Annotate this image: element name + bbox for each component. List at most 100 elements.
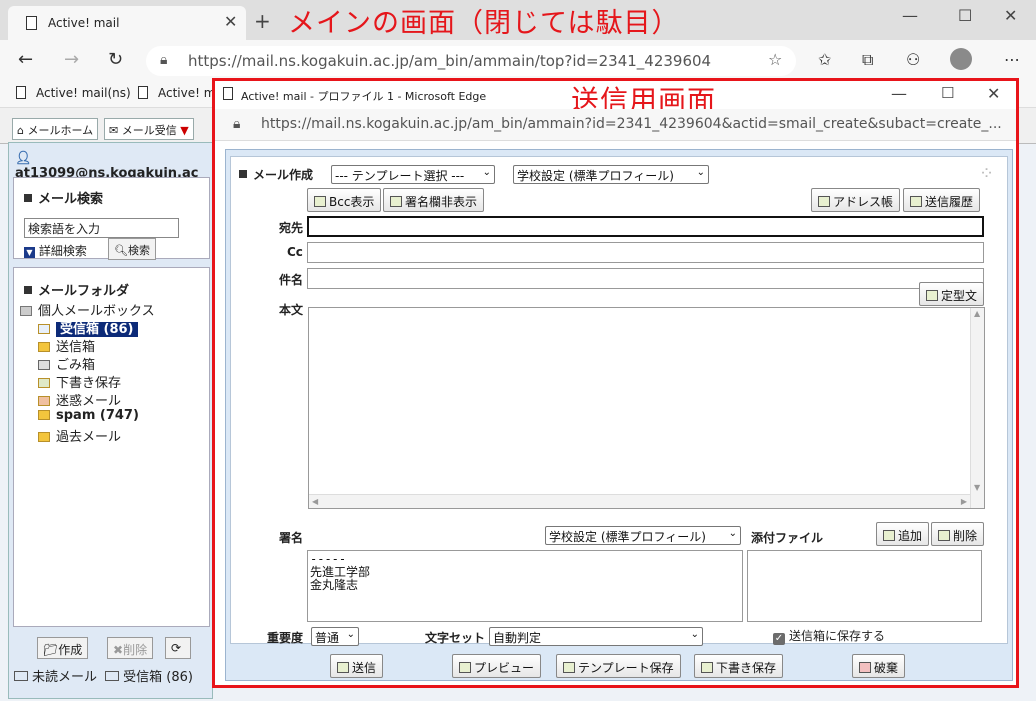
subject-field[interactable] [307, 268, 984, 289]
tab-mail-home[interactable]: ⌂ メールホーム [12, 118, 99, 140]
refresh-icon[interactable]: ↻ [108, 49, 123, 70]
save-sent-checkbox[interactable]: ✓ 送信箱に保存する [773, 627, 885, 645]
favorite-star-icon[interactable]: ☆ [768, 50, 782, 69]
body-label: 本文 [279, 303, 304, 317]
horizontal-scrollbar[interactable]: ◀ ▶ [309, 494, 970, 508]
delete-button[interactable]: ✖削除 [107, 637, 154, 659]
left-pane: 👤︎ at13099@ns.kogakuin.ac メール検索 検索語を入力 ▼… [8, 142, 213, 699]
save-template-button[interactable]: テンプレート保存 [556, 654, 681, 678]
close-window-icon[interactable]: ✕ [987, 84, 1000, 103]
avatar[interactable] [950, 48, 972, 70]
maximize-icon[interactable]: ☐ [941, 84, 954, 102]
scroll-down-icon[interactable]: ▼ [974, 483, 980, 492]
folder-inbox[interactable]: 受信箱 (86) [38, 318, 138, 337]
template-select[interactable]: --- テンプレート選択 --- ⌄ [331, 165, 495, 184]
fixed-text-button[interactable]: 定型文 [919, 282, 985, 306]
page-icon [138, 86, 148, 99]
status-bar: 未読メール 受信箱 (86) [14, 666, 193, 685]
compose-header: メール作成 [239, 166, 313, 183]
scroll-right-icon[interactable]: ▶ [961, 497, 967, 506]
search-button[interactable]: 🔍︎検索 [108, 238, 156, 260]
save-draft-button[interactable]: 下書き保存 [694, 654, 784, 678]
signature-select[interactable]: 学校設定 (標準プロフィール) ⌄ [545, 526, 741, 545]
compose-window: Active! mail - プロファイル 1 - Microsoft Edge… [212, 78, 1019, 688]
address-book-button[interactable]: アドレス帳 [811, 188, 901, 212]
signature-textarea[interactable]: ----- 先進工学部 金丸隆志 [307, 550, 743, 622]
main-screen-annotation: メインの画面（閉じては駄目） [288, 8, 680, 39]
page-icon [26, 16, 37, 30]
inbox-icon [105, 671, 120, 681]
maximize-icon[interactable]: ☐ [958, 6, 972, 25]
scroll-left-icon[interactable]: ◀ [312, 497, 318, 506]
collections-icon[interactable]: ⧉ [862, 50, 873, 70]
loading-spinner-icon: ⁘ [979, 163, 995, 184]
folder-junk[interactable]: 迷惑メール [38, 390, 121, 409]
mailbox-root[interactable]: 個人メールボックス [20, 300, 155, 319]
url-field[interactable]: 🔒︎ https://mail.ns.kogakuin.ac.jp/am_bin… [146, 46, 796, 76]
signature-label: 署名 [279, 531, 304, 545]
lock-icon: 🔒︎ [160, 52, 168, 68]
minimize-icon[interactable]: — [902, 6, 918, 25]
compose-window-title: Active! mail - プロファイル 1 - Microsoft Edge [241, 90, 487, 103]
cc-label: Cc [287, 245, 303, 259]
close-tab-icon[interactable]: ✕ [224, 12, 237, 31]
url-text: https://mail.ns.kogakuin.ac.jp/am_bin/am… [188, 52, 712, 70]
vertical-scrollbar[interactable]: ▲ ▼ [970, 308, 984, 508]
new-tab-icon[interactable]: + [254, 9, 271, 33]
folder-panel: メールフォルダ 個人メールボックス 受信箱 (86) 送信箱 ごみ箱 下書き保存… [13, 267, 210, 627]
browser-tab-bar: Active! mail ✕ + メインの画面（閉じては駄目） — ☐ ✕ [0, 0, 1036, 40]
preview-button[interactable]: プレビュー [452, 654, 542, 678]
attachment-label: 添付ファイル [751, 531, 824, 545]
favorite-item[interactable]: Active! mail(ns) [16, 86, 131, 100]
scroll-up-icon[interactable]: ▲ [974, 309, 980, 318]
user-icon: 👤︎ [15, 151, 32, 166]
forward-icon[interactable]: → [64, 49, 79, 70]
tab-title: Active! mail [48, 16, 120, 30]
folder-title: メールフォルダ [24, 280, 129, 299]
search-input[interactable]: 検索語を入力 [24, 218, 179, 238]
checkbox-checked-icon: ✓ [773, 633, 785, 645]
compose-url[interactable]: https://mail.ns.kogakuin.ac.jp/am_bin/am… [261, 116, 1002, 132]
compose-address-bar: 🔒︎ https://mail.ns.kogakuin.ac.jp/am_bin… [215, 109, 1016, 141]
folder-archive[interactable]: 過去メール [38, 426, 121, 445]
profile-share-icon[interactable]: ⚇ [906, 50, 920, 69]
profile-select[interactable]: 学校設定 (標準プロフィール) ⌄ [513, 165, 709, 184]
tab-mail-receive[interactable]: ✉ メール受信 ▼ [104, 118, 194, 140]
bcc-button[interactable]: Bcc表示 [307, 188, 382, 212]
compose-form-inner: メール作成 --- テンプレート選択 --- ⌄ 学校設定 (標準プロフィール) ⌄… [230, 156, 1008, 646]
body-textarea[interactable]: ▲ ▼ ◀ ▶ [308, 307, 985, 509]
close-window-icon[interactable]: ✕ [1004, 6, 1017, 25]
favorites-icon[interactable]: ✩ [818, 50, 831, 69]
compose-titlebar: Active! mail - プロファイル 1 - Microsoft Edge… [215, 81, 1016, 117]
charset-label: 文字セット [425, 631, 486, 645]
compose-button[interactable]: 📁︎作成 [37, 637, 89, 659]
charset-select[interactable]: 自動判定 ⌄ [489, 627, 703, 646]
attachment-list[interactable] [747, 550, 982, 622]
delete-attachment-button[interactable]: 削除 [931, 522, 985, 546]
add-attachment-button[interactable]: 追加 [876, 522, 930, 546]
folder-trash[interactable]: ごみ箱 [38, 354, 95, 373]
more-icon[interactable]: ⋯ [1004, 50, 1020, 69]
mail-icon [14, 671, 28, 681]
cc-field[interactable] [307, 242, 984, 263]
to-label: 宛先 [279, 221, 304, 235]
to-field[interactable] [307, 216, 984, 237]
address-bar: ← → ↻ 🔒︎ https://mail.ns.kogakuin.ac.jp/… [0, 40, 1036, 80]
folder-sent[interactable]: 送信箱 [38, 336, 95, 355]
back-icon[interactable]: ← [18, 49, 33, 70]
search-title: メール検索 [24, 188, 103, 207]
signature-toggle-button[interactable]: 署名欄非表示 [383, 188, 485, 212]
page-icon [223, 87, 233, 100]
compose-form: メール作成 --- テンプレート選択 --- ⌄ 学校設定 (標準プロフィール) ⌄… [225, 149, 1013, 681]
send-history-button[interactable]: 送信履歴 [903, 188, 981, 212]
detail-search[interactable]: ▼ 詳細検索 [24, 242, 87, 259]
folder-spam[interactable]: spam (747) [38, 408, 139, 423]
discard-button[interactable]: 破棄 [852, 654, 906, 678]
folder-drafts[interactable]: 下書き保存 [38, 372, 121, 391]
browser-tab[interactable]: Active! mail ✕ [8, 6, 246, 40]
minimize-icon[interactable]: — [891, 84, 907, 103]
send-button[interactable]: 送信 [330, 654, 384, 678]
refresh-mail-button[interactable]: ⟳ [165, 637, 191, 659]
priority-select[interactable]: 普通 ⌄ [311, 627, 359, 646]
search-panel: メール検索 検索語を入力 ▼ 詳細検索 🔍︎検索 [13, 177, 210, 260]
